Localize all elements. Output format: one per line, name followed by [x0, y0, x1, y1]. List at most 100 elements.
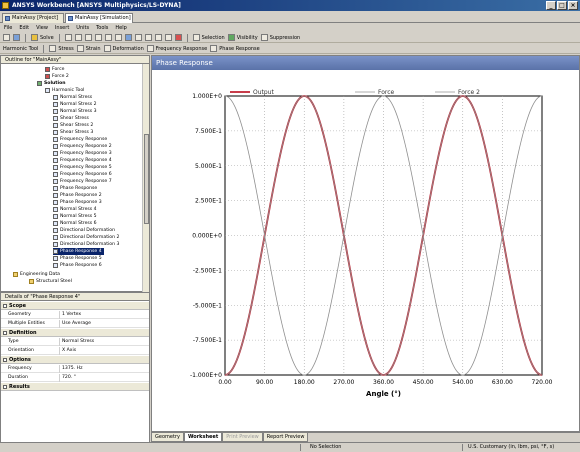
tree-item[interactable]: Directional Deformation: [53, 227, 115, 234]
tree-item[interactable]: Directional Deformation 2: [53, 234, 119, 241]
tree-item[interactable]: Phase Response 5: [53, 255, 102, 262]
menu-insert[interactable]: Insert: [55, 25, 69, 31]
new-icon[interactable]: [3, 34, 10, 41]
details-row[interactable]: Type Normal Stress: [1, 338, 149, 346]
tree-item[interactable]: Normal Stress 5: [53, 213, 97, 220]
minimize-button[interactable]: _: [546, 1, 556, 10]
tree-item[interactable]: Frequency Response 7: [53, 178, 112, 185]
tree-item[interactable]: Solution: [37, 80, 66, 87]
tree-item[interactable]: Force 2: [45, 73, 69, 80]
tree-item[interactable]: Structural Steel: [29, 278, 72, 285]
project-tab[interactable]: MainAssy [Project]: [2, 13, 64, 23]
tree-item[interactable]: Shear Stress: [53, 115, 89, 122]
tree-item[interactable]: Frequency Response 3: [53, 150, 112, 157]
tree-item-label: Phase Response 4: [60, 249, 102, 254]
phase-response-button[interactable]: Phase Response: [210, 45, 260, 52]
tree-item[interactable]: Phase Response: [53, 185, 97, 192]
details-value[interactable]: Normal Stress: [59, 338, 147, 346]
tree-item[interactable]: Directional Deformation 3: [53, 241, 119, 248]
body-select-icon[interactable]: [164, 34, 172, 41]
details-group-header[interactable]: Definition: [1, 329, 149, 337]
details-value[interactable]: Use Average: [59, 320, 147, 328]
tree-item[interactable]: Engineering Data: [13, 271, 60, 278]
tree-item[interactable]: Normal Stress: [53, 94, 92, 101]
collapse-icon[interactable]: [3, 331, 7, 335]
edge-select-icon[interactable]: [144, 34, 152, 41]
tree-item[interactable]: Phase Response 4: [53, 248, 104, 255]
details-value[interactable]: X Axis: [59, 347, 147, 355]
menu-help[interactable]: Help: [115, 25, 126, 31]
scrollbar-thumb[interactable]: [144, 134, 149, 224]
tree-item[interactable]: Frequency Response 2: [53, 143, 112, 150]
tree-item[interactable]: Frequency Response 5: [53, 164, 112, 171]
simulation-tab[interactable]: MainAssy [Simulation]: [65, 13, 133, 23]
menu-edit[interactable]: Edit: [19, 25, 29, 31]
tree-item[interactable]: Normal Stress 2: [53, 101, 97, 108]
solve-button[interactable]: Solve: [31, 34, 54, 41]
select-icon[interactable]: [64, 34, 72, 41]
y-tick-label: -5.000E-1: [193, 302, 222, 309]
tree-item[interactable]: Shear Stress 3: [53, 129, 93, 136]
zoom-box-icon[interactable]: [104, 34, 112, 41]
result-icon: [53, 109, 58, 114]
close-button[interactable]: ×: [568, 1, 578, 10]
tree-item[interactable]: Frequency Response 6: [53, 171, 112, 178]
tree-item[interactable]: Normal Stress 3: [53, 108, 97, 115]
material-icon: [29, 279, 34, 284]
phase-response-icon: [210, 45, 218, 52]
visibility-button[interactable]: Visibility: [227, 34, 258, 41]
print-preview-tab[interactable]: Print Preview: [222, 433, 263, 442]
outline-scrollbar[interactable]: [142, 64, 149, 292]
worksheet-tab[interactable]: Worksheet: [183, 433, 223, 442]
frequency-response-button[interactable]: Frequency Response: [146, 45, 207, 52]
tree-item[interactable]: Phase Response 2: [53, 192, 102, 199]
tree-item[interactable]: Frequency Response 4: [53, 157, 112, 164]
zoom-icon[interactable]: [94, 34, 102, 41]
selection-button[interactable]: Selection: [192, 34, 225, 41]
tree-item[interactable]: Force: [45, 66, 64, 73]
tree-item[interactable]: Phase Response 6: [53, 262, 102, 269]
collapse-icon[interactable]: [3, 358, 7, 362]
menu-file[interactable]: File: [4, 25, 12, 31]
collapse-icon[interactable]: [3, 385, 7, 389]
details-row[interactable]: Geometry 1 Vertex: [1, 311, 149, 319]
details-group-title: Options: [9, 357, 31, 363]
result-icon: [53, 186, 58, 191]
geometry-tab[interactable]: Geometry: [151, 433, 184, 442]
details-row[interactable]: Multiple Entities Use Average: [1, 320, 149, 328]
project-icon: [5, 16, 10, 21]
pan-icon[interactable]: [84, 34, 92, 41]
suppression-button[interactable]: Suppression: [260, 34, 300, 41]
vertex-select-icon[interactable]: [134, 34, 142, 41]
details-group-header[interactable]: Results: [1, 383, 149, 391]
menu-units[interactable]: Units: [76, 25, 89, 31]
menu-view[interactable]: View: [36, 25, 48, 31]
tree-item[interactable]: Phase Response 3: [53, 199, 102, 206]
stress-button[interactable]: Stress: [49, 45, 74, 52]
extend-select-icon[interactable]: [174, 34, 182, 41]
face-select-icon[interactable]: [154, 34, 162, 41]
report-preview-tab[interactable]: Report Preview: [262, 433, 309, 442]
details-value[interactable]: 1 Vertex: [59, 311, 147, 319]
tree-item[interactable]: Shear Stress 2: [53, 122, 93, 129]
tree-item[interactable]: Normal Stress 4: [53, 206, 97, 213]
details-row[interactable]: Orientation X Axis: [1, 347, 149, 355]
tree-item[interactable]: Harmonic Tool: [45, 87, 84, 94]
zoom-fit-icon[interactable]: [114, 34, 122, 41]
maximize-button[interactable]: □: [557, 1, 567, 10]
strain-button[interactable]: Strain: [76, 45, 101, 52]
tree-item[interactable]: Frequency Response: [53, 136, 107, 143]
rotate-icon[interactable]: [74, 34, 82, 41]
save-icon[interactable]: [13, 34, 20, 41]
menu-tools[interactable]: Tools: [96, 25, 108, 31]
details-group-header[interactable]: Scope: [1, 302, 149, 310]
iso-view-icon[interactable]: [124, 34, 132, 41]
tree-item[interactable]: Normal Stress 6: [53, 220, 97, 227]
details-row[interactable]: Duration 720. °: [1, 374, 149, 382]
deformation-button[interactable]: Deformation: [103, 45, 144, 52]
details-row[interactable]: Frequency 1375. Hz: [1, 365, 149, 373]
details-value[interactable]: 1375. Hz: [59, 365, 147, 373]
details-group-header[interactable]: Options: [1, 356, 149, 364]
details-value[interactable]: 720. °: [59, 374, 147, 382]
collapse-icon[interactable]: [3, 304, 7, 308]
